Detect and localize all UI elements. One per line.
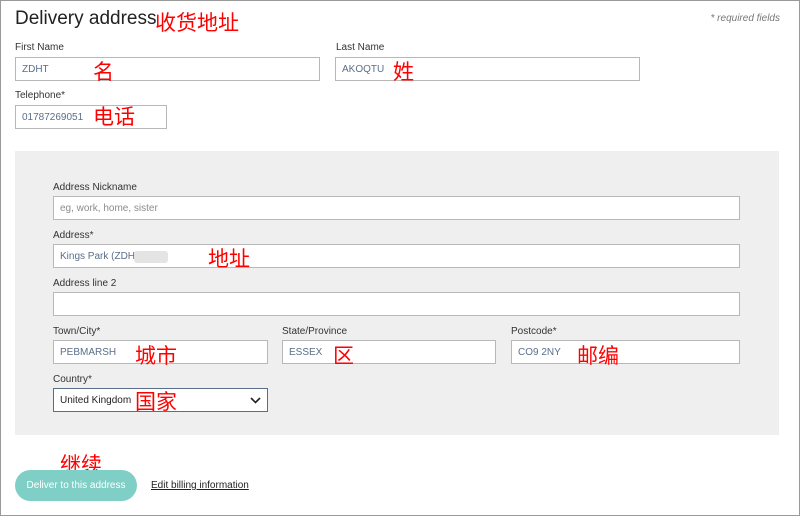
address-annotation: 地址 — [208, 247, 250, 271]
page-title: Delivery address — [15, 8, 157, 29]
telephone-label: Telephone* — [15, 90, 66, 101]
postcode-input[interactable] — [511, 340, 740, 364]
postcode-annotation: 邮编 — [577, 344, 619, 368]
redacted-text — [134, 251, 168, 263]
address-line2-input[interactable] — [53, 292, 740, 316]
town-annotation: 城市 — [135, 344, 177, 368]
first-name-input[interactable] — [15, 57, 320, 81]
state-input[interactable] — [282, 340, 496, 364]
chevron-down-icon — [250, 396, 261, 404]
postcode-label: Postcode* — [511, 326, 557, 337]
first-name-label: First Name — [15, 42, 64, 53]
last-name-input[interactable] — [335, 57, 640, 81]
required-fields-note: * required fields — [710, 13, 780, 24]
telephone-annotation: 电话 — [93, 105, 135, 129]
edit-billing-information-link[interactable]: Edit billing information — [151, 480, 249, 491]
town-label: Town/City* — [53, 326, 101, 337]
address-nickname-input[interactable] — [53, 196, 740, 220]
state-label: State/Province — [282, 326, 348, 337]
telephone-input[interactable] — [15, 105, 167, 129]
country-label: Country* — [53, 374, 92, 385]
country-annotation: 国家 — [135, 390, 177, 414]
address-line2-label: Address line 2 — [53, 278, 117, 289]
address-label: Address* — [53, 230, 94, 241]
last-name-annotation: 姓 — [393, 60, 414, 84]
title-annotation: 收货地址 — [155, 11, 239, 35]
state-annotation: 区 — [333, 344, 354, 368]
last-name-label: Last Name — [336, 42, 385, 53]
deliver-to-this-address-button[interactable]: Deliver to this address — [15, 470, 137, 501]
country-value: United Kingdom — [60, 394, 132, 406]
address-nickname-label: Address Nickname — [53, 182, 137, 193]
first-name-annotation: 名 — [93, 60, 114, 84]
